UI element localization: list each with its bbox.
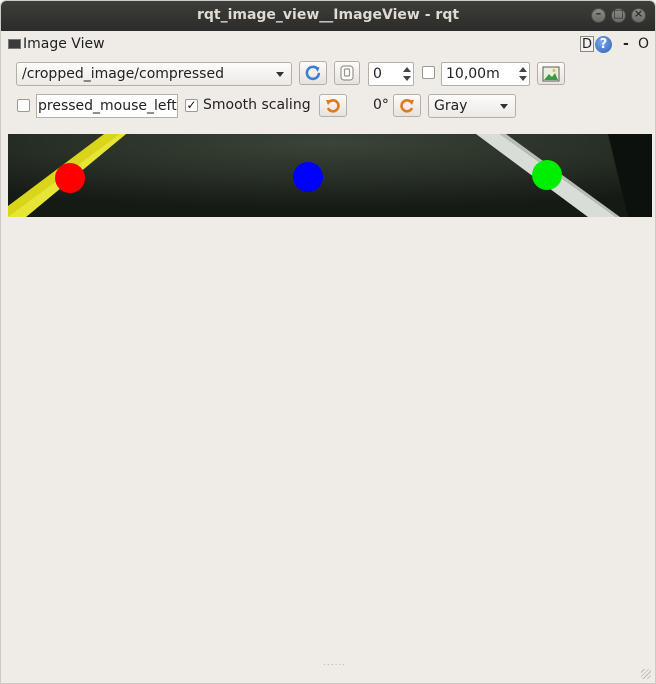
rotate-right-icon <box>400 99 414 113</box>
frame-spinbox-value: 0 <box>373 66 382 82</box>
zoom-fit-icon <box>340 65 354 81</box>
spin-up-icon[interactable] <box>519 67 527 72</box>
maximize-button[interactable]: □ <box>611 7 626 23</box>
application-window: rqt_image_view__ImageView - rqt – □ × Im… <box>0 0 656 684</box>
rotate-left-icon <box>326 99 340 113</box>
chevron-down-icon <box>500 104 508 109</box>
color-scheme-select[interactable]: Gray <box>428 94 516 118</box>
zoom-button[interactable] <box>334 61 360 85</box>
frame-spinbox[interactable]: 0 <box>368 62 414 86</box>
rotate-left-button[interactable] <box>319 94 347 117</box>
chevron-down-icon <box>276 72 284 77</box>
red-dot <box>55 163 85 193</box>
mouse-topic-input[interactable]: pressed_mouse_left <box>36 94 178 118</box>
resize-grip-icon[interactable] <box>641 669 651 679</box>
rate-checkbox[interactable] <box>422 66 435 79</box>
minimize-icon: – <box>595 7 602 20</box>
checkmark-icon: ✓ <box>186 98 197 112</box>
blue-dot <box>293 162 323 192</box>
spin-down-icon[interactable] <box>403 76 411 81</box>
save-image-button[interactable] <box>537 62 565 85</box>
maximize-icon: □ <box>613 7 624 20</box>
rotation-label: 0° <box>373 97 389 113</box>
close-window-button[interactable]: × <box>631 7 646 23</box>
minimize-button[interactable]: – <box>591 7 606 23</box>
debug-button[interactable]: D <box>580 36 594 52</box>
rate-spinbox-value: 10,00m <box>446 66 500 82</box>
splitter-grip[interactable]: ...... <box>323 658 346 668</box>
title-bar[interactable]: rqt_image_view__ImageView - rqt – □ × <box>1 1 655 31</box>
close-icon: × <box>633 7 644 20</box>
close-plugin-button[interactable]: O <box>638 36 649 52</box>
publish-mouse-checkbox[interactable] <box>17 99 30 112</box>
plugin-title: Image View <box>23 36 105 52</box>
spin-down-icon[interactable] <box>519 76 527 81</box>
rate-spinbox[interactable]: 10,00m <box>441 62 530 86</box>
camera-image <box>8 134 652 217</box>
refresh-topics-button[interactable] <box>299 61 327 85</box>
mouse-topic-value: pressed_mouse_left <box>38 98 177 114</box>
plugin-window-icon <box>8 39 21 49</box>
image-display[interactable] <box>8 134 652 217</box>
topic-select-value: /cropped_image/compressed <box>22 66 224 82</box>
color-scheme-value: Gray <box>434 98 468 114</box>
green-dot <box>532 160 562 190</box>
help-button[interactable]: ? <box>595 36 612 53</box>
smooth-scaling-label[interactable]: Smooth scaling <box>203 97 311 113</box>
refresh-icon <box>305 65 321 81</box>
plugin-header: Image View D ? - O <box>1 31 655 57</box>
smooth-scaling-checkbox[interactable]: ✓ <box>185 99 198 112</box>
spin-up-icon[interactable] <box>403 67 411 72</box>
window-title: rqt_image_view__ImageView - rqt <box>196 7 460 23</box>
rotate-right-button[interactable] <box>393 94 421 117</box>
topic-select[interactable]: /cropped_image/compressed <box>16 62 292 86</box>
minimize-plugin-button[interactable]: - <box>623 36 629 52</box>
save-image-icon <box>542 66 560 82</box>
